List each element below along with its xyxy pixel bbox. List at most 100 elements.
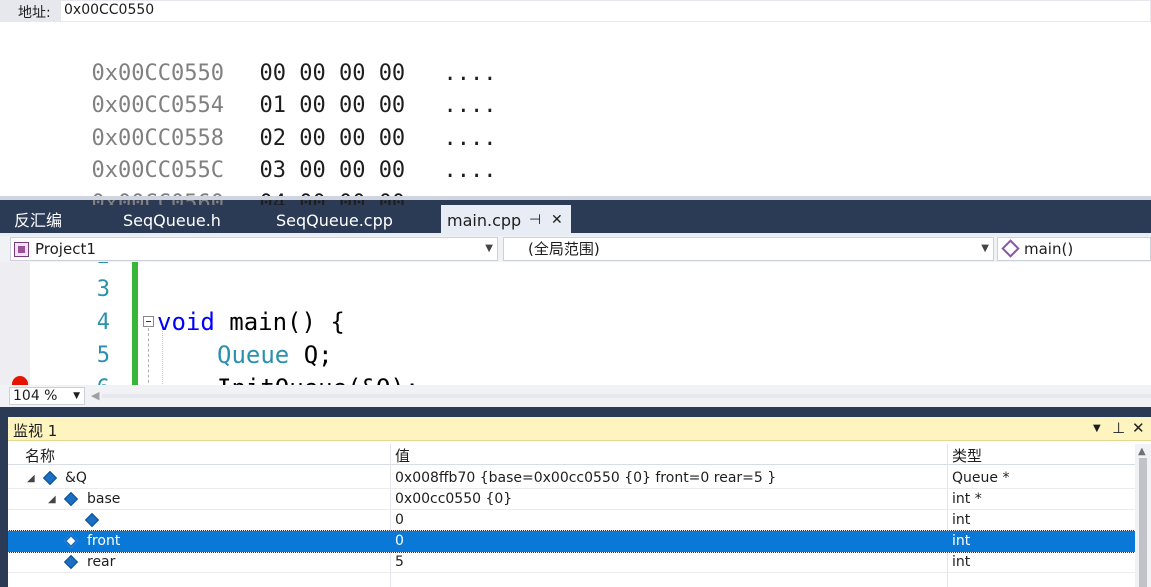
tab-main-cpp[interactable]: main.cpp ⊣ ✕ <box>441 205 571 234</box>
watch-name: &Q <box>65 470 87 486</box>
watch-value[interactable]: 0x008ffb70 {base=0x00cc0550 {0} front=0 … <box>395 468 776 489</box>
breakpoint-margin[interactable] <box>0 262 30 385</box>
memory-ascii: .... <box>443 125 497 151</box>
watch-type: int <box>952 533 971 549</box>
project-dropdown[interactable]: Project1 ▼ <box>10 237 498 261</box>
watch-title: 监视 1 <box>13 422 58 440</box>
document-tab-bar: 反汇编 SeqQueue.h SeqQueue.cpp main.cpp ⊣ ✕ <box>0 205 1151 234</box>
watch-name: base <box>87 491 121 507</box>
member-dropdown-value: main() <box>1024 240 1074 258</box>
field-icon <box>63 533 79 549</box>
project-dropdown-value: Project1 <box>35 240 96 258</box>
watch-row[interactable]: ◢ &Q 0x008ffb70 {base=0x00cc0550 {0} fro… <box>8 468 1135 489</box>
breakpoint-icon[interactable] <box>12 376 28 385</box>
watch-type: int <box>952 554 971 570</box>
zoom-dropdown[interactable]: 104 % ▼ <box>9 387 85 405</box>
indent-guide <box>162 328 163 385</box>
change-indicator-bar <box>132 262 138 385</box>
vertical-scrollbar[interactable]: ▲ <box>1135 444 1151 587</box>
memory-window: 地址: 0x00CC0550 0x00CC0550 00 00 00 00....… <box>0 0 1151 216</box>
code-line-main[interactable]: void main() { <box>157 308 345 336</box>
memory-bytes[interactable]: 00 00 00 00 <box>259 58 443 90</box>
pin-icon[interactable]: ⊥ <box>1112 419 1125 437</box>
method-icon <box>1001 239 1020 258</box>
dropdown-icon[interactable]: ▼ <box>1093 423 1101 434</box>
watch-value[interactable]: 0 <box>395 531 404 552</box>
tab-seqqueue-h[interactable]: SeqQueue.h <box>123 205 221 234</box>
horizontal-scrollbar[interactable] <box>102 394 1151 398</box>
watch-name: rear <box>87 554 116 570</box>
collapse-arrow-icon[interactable]: ◢ <box>27 468 35 489</box>
struct-icon <box>42 470 58 486</box>
line-number: 5 <box>96 343 110 368</box>
scroll-up-icon[interactable]: ▲ <box>1138 446 1146 457</box>
code-text: Q; <box>289 341 333 369</box>
code-line-partial[interactable]: InitQueue(&Q); <box>217 374 419 385</box>
watch-type: int * <box>952 491 982 507</box>
line-number: 6 <box>80 376 110 385</box>
memory-bytes[interactable]: 01 00 00 00 <box>259 90 443 122</box>
collapse-icon[interactable] <box>143 316 154 327</box>
zoom-value: 104 % <box>13 388 58 404</box>
line-number: 2 <box>80 262 110 269</box>
memory-address: 0x00CC0558 <box>91 125 224 151</box>
code-text: main() { <box>214 308 345 336</box>
project-icon <box>14 242 29 257</box>
keyword-void: void <box>157 308 215 336</box>
chevron-down-icon: ▼ <box>485 243 493 254</box>
panel-splitter[interactable] <box>0 196 1151 200</box>
memory-address: 0x00CC055C <box>91 158 224 184</box>
chevron-down-icon: ▼ <box>981 243 989 254</box>
watch-row-selected[interactable]: front 0 int <box>7 530 1136 553</box>
watch-column-header: 名称 值 类型 <box>8 444 1135 465</box>
panel-splitter[interactable] <box>0 407 1151 417</box>
memory-address: 0x00CC0550 <box>91 61 224 86</box>
line-number: 3 <box>96 277 110 302</box>
watch-value[interactable]: 5 <box>395 552 404 573</box>
watch-row[interactable]: ◢ base 0x00cc0550 {0} int * <box>8 489 1135 510</box>
scroll-left-icon[interactable]: ◀ <box>91 389 99 402</box>
column-header-name[interactable]: 名称 <box>25 445 55 466</box>
member-dropdown[interactable]: main() <box>997 237 1151 261</box>
watch-type: int <box>952 512 971 528</box>
type-queue: Queue <box>217 341 290 369</box>
column-header-value[interactable]: 值 <box>395 445 410 466</box>
scope-dropdown-value: (全局范围) <box>528 240 600 258</box>
tab-disassembly[interactable]: 反汇编 <box>14 205 62 234</box>
struct-icon <box>63 491 79 507</box>
address-input[interactable]: 0x00CC0550 <box>60 0 1151 22</box>
scrollbar-thumb[interactable] <box>1139 458 1147 587</box>
editor-status-strip: 104 % ▼ ◀ <box>0 385 1151 407</box>
pin-icon[interactable]: ⊣ <box>529 205 541 236</box>
watch-row[interactable]: 0 int <box>8 510 1135 531</box>
watch-row[interactable]: rear 5 int <box>8 552 1135 573</box>
watch-name: front <box>87 533 121 549</box>
tab-seqqueue-cpp[interactable]: SeqQueue.cpp <box>276 205 393 234</box>
watch-title-bar: 监视 1 ▼ ⊥ ✕ <box>8 417 1151 441</box>
tab-main-cpp-label: main.cpp <box>447 211 522 230</box>
chevron-down-icon: ▼ <box>73 391 80 401</box>
watch-type: Queue * <box>952 470 1010 486</box>
memory-rows: 0x00CC0550 00 00 00 00.... 0x00CC0554 01 0… <box>12 26 497 216</box>
scope-dropdown[interactable]: (全局范围) ▼ <box>503 237 994 261</box>
code-editor[interactable]: 2 3 4 5 6 void main() { Queue Q; InitQue… <box>0 262 1151 385</box>
watch-window: 监视 1 ▼ ⊥ ✕ 名称 值 类型 ◢ &Q 0x008ffb70 {base… <box>7 417 1151 587</box>
collapse-arrow-icon[interactable]: ◢ <box>48 489 56 510</box>
memory-bytes[interactable]: 02 00 00 00 <box>259 123 443 155</box>
watch-value[interactable]: 0 <box>395 510 404 531</box>
column-header-type[interactable]: 类型 <box>952 445 982 466</box>
line-number: 4 <box>96 310 110 335</box>
struct-icon <box>63 554 79 570</box>
fold-guide <box>148 328 149 385</box>
address-label: 地址: <box>18 5 51 21</box>
memory-ascii: .... <box>443 61 497 86</box>
close-icon[interactable]: ✕ <box>551 205 563 236</box>
code-line-decl[interactable]: Queue Q; <box>217 341 333 369</box>
watch-value[interactable]: 0x00cc0550 {0} <box>395 489 512 510</box>
memory-row: 0x00CC0550 00 00 00 00.... <box>12 26 496 86</box>
navigation-bar: Project1 ▼ (全局范围) ▼ main() <box>0 236 1151 262</box>
memory-ascii: .... <box>443 93 497 119</box>
memory-address: 0x00CC0554 <box>91 93 224 119</box>
close-icon[interactable]: ✕ <box>1132 419 1145 437</box>
memory-bytes[interactable]: 03 00 00 00 <box>259 155 443 187</box>
